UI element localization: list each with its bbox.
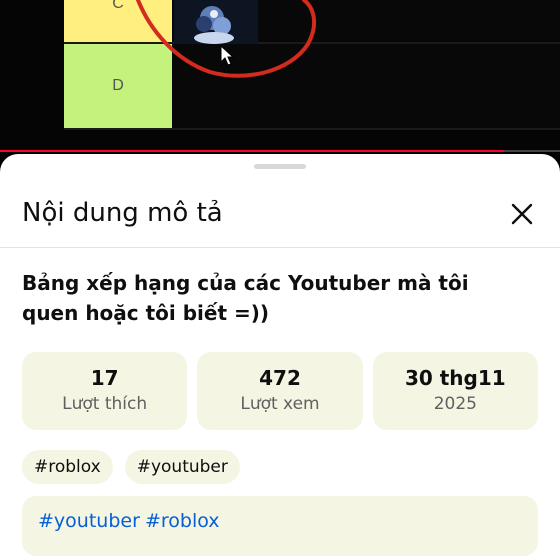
views-count: 472: [259, 366, 301, 390]
tier-label-d: D: [64, 44, 172, 128]
description-box: #youtuber #roblox: [22, 496, 538, 556]
publish-year: 2025: [433, 394, 477, 414]
tier-row-c: C: [64, 0, 560, 44]
hashtag-chip-youtuber[interactable]: #youtuber: [124, 450, 240, 484]
publish-date: 30 thg11: [404, 366, 506, 390]
video-player[interactable]: C D: [0, 0, 560, 152]
description-hashtag-youtuber[interactable]: #youtuber: [38, 510, 140, 532]
stats-row: 17 Lượt thích 472 Lượt xem 30 thg11 2025: [22, 352, 538, 430]
description-hashtag-roblox[interactable]: #roblox: [145, 510, 220, 532]
tier-row-d: D: [64, 44, 560, 130]
video-progress-bar[interactable]: [0, 150, 560, 152]
close-button[interactable]: [508, 200, 536, 228]
tier-track-d: [172, 44, 560, 128]
hashtag-chips: #roblox #youtuber: [22, 450, 240, 484]
views-label: Lượt xem: [240, 394, 320, 414]
likes-stat: 17 Lượt thích: [22, 352, 188, 430]
views-stat: 472 Lượt xem: [197, 352, 363, 430]
sheet-header: Nội dung mô tả: [0, 184, 560, 248]
likes-label: Lượt thích: [62, 394, 148, 414]
youtuber-thumbnail: [174, 0, 258, 44]
likes-count: 17: [90, 366, 119, 390]
hashtag-chip-roblox[interactable]: #roblox: [22, 450, 113, 484]
close-icon: [511, 203, 533, 225]
tier-label-c: C: [64, 0, 172, 42]
description-sheet: Nội dung mô tả Bảng xếp hạng của các You…: [0, 154, 560, 560]
sheet-title: Nội dung mô tả: [22, 198, 223, 228]
video-progress-fill: [0, 150, 504, 152]
date-stat: 30 thg11 2025: [372, 352, 538, 430]
video-title: Bảng xếp hạng của các Youtuber mà tôi qu…: [22, 271, 469, 325]
sheet-drag-handle[interactable]: [254, 164, 306, 169]
